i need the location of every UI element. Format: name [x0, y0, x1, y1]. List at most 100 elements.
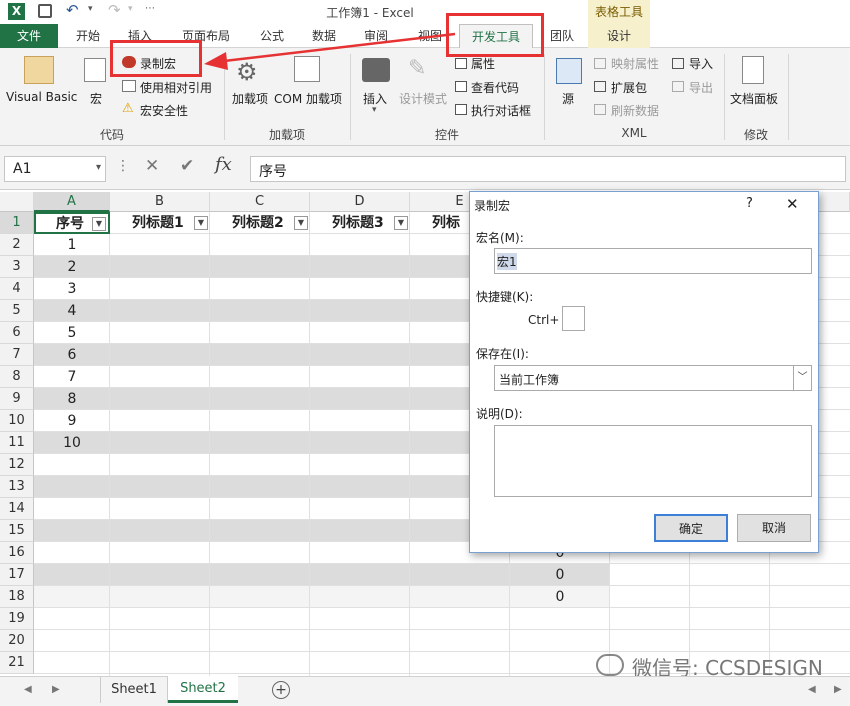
column-header-a[interactable]: A [34, 192, 110, 212]
description-textarea[interactable] [494, 425, 812, 497]
cancel-button[interactable]: 取消 [737, 514, 811, 542]
cell-a-value[interactable]: 1 [34, 234, 110, 256]
save-icon[interactable] [38, 4, 52, 18]
table-header-cell[interactable]: 列标题3 ▼ [310, 212, 410, 234]
add-sheet-icon[interactable]: + [272, 681, 290, 699]
formula-value: 序号 [259, 164, 287, 180]
column-header-d[interactable]: D [310, 192, 410, 212]
visual-basic-icon [24, 56, 54, 84]
row-header[interactable]: 10 [0, 410, 34, 432]
properties-button[interactable]: 属性 [471, 55, 495, 72]
row-header[interactable]: 4 [0, 278, 34, 300]
tab-file[interactable]: 文件 [0, 24, 58, 48]
group-label-controls: 控件 [434, 128, 459, 142]
table-header-cell[interactable]: 列标题1 ▼ [110, 212, 210, 234]
cell-a-value[interactable]: 9 [34, 410, 110, 432]
macro-name-input[interactable]: 宏1 [494, 248, 812, 274]
tab-team[interactable]: 团队 [542, 24, 582, 48]
filter-dropdown-icon[interactable]: ▼ [92, 217, 106, 231]
sheet-tab-sheet1[interactable]: Sheet1 [100, 677, 168, 703]
cell-a-value[interactable]: 10 [34, 432, 110, 454]
expansion-packs-button[interactable]: 扩展包 [611, 79, 647, 96]
row-header[interactable]: 1 [0, 212, 34, 234]
shortcut-key-input[interactable] [562, 306, 585, 331]
row-header[interactable]: 8 [0, 366, 34, 388]
close-icon[interactable]: ✕ [786, 195, 799, 213]
redo-icon[interactable]: ↷ [108, 1, 121, 19]
row-header[interactable]: 18 [0, 586, 34, 608]
addins-button[interactable]: 加载项 [232, 90, 268, 107]
table-header-cell[interactable]: 序号 ▼ [34, 212, 110, 234]
macro-name-value: 宏1 [497, 253, 517, 270]
relative-reference-icon [122, 80, 136, 92]
import-button[interactable]: 导入 [689, 55, 713, 72]
row-header[interactable]: 5 [0, 300, 34, 322]
ok-button[interactable]: 确定 [654, 514, 728, 542]
visual-basic-button[interactable]: Visual Basic [6, 90, 77, 104]
undo-icon[interactable]: ↶ [66, 1, 79, 19]
filter-dropdown-icon[interactable]: ▼ [294, 216, 308, 230]
cell-a-value[interactable]: 7 [34, 366, 110, 388]
watermark: 微信号: CCSDESIGN [632, 656, 823, 676]
hscroll-left-icon[interactable]: ◀ [808, 684, 816, 695]
row-header[interactable]: 3 [0, 256, 34, 278]
row-header[interactable]: 13 [0, 476, 34, 498]
description-label: 说明(D): [476, 407, 523, 421]
undo-dropdown-icon[interactable]: ▾ [88, 4, 93, 14]
name-box[interactable]: A1 ▾ [4, 156, 106, 182]
sheet-tab-sheet2[interactable]: Sheet2 [168, 676, 238, 703]
cell-a-value[interactable]: 4 [34, 300, 110, 322]
hscroll-right-icon[interactable]: ▶ [834, 684, 842, 695]
insert-function-icon[interactable]: fx [215, 154, 232, 175]
row-header[interactable]: 9 [0, 388, 34, 410]
row-header[interactable]: 6 [0, 322, 34, 344]
cell-a-value[interactable]: 6 [34, 344, 110, 366]
row-header[interactable]: 19 [0, 608, 34, 630]
store-in-select[interactable]: 当前工作簿 ﹀ [494, 365, 812, 391]
com-addins-button[interactable]: COM 加载项 [274, 90, 342, 107]
cell-a-value[interactable]: 8 [34, 388, 110, 410]
cell-a-value[interactable]: 2 [34, 256, 110, 278]
macros-button[interactable]: 宏 [90, 90, 102, 107]
redo-dropdown-icon[interactable]: ▾ [128, 4, 133, 14]
chevron-down-icon[interactable]: ﹀ [793, 366, 811, 390]
view-code-button[interactable]: 查看代码 [471, 79, 519, 96]
customize-qat-icon[interactable]: ⋯ [145, 3, 155, 14]
row-header[interactable]: 15 [0, 520, 34, 542]
filter-dropdown-icon[interactable]: ▼ [394, 216, 408, 230]
select-all-corner[interactable] [0, 192, 34, 212]
relative-reference-button[interactable]: 使用相对引用 [140, 79, 212, 96]
formula-enter-icon[interactable]: ✔ [180, 156, 194, 176]
name-box-dropdown-icon[interactable]: ▾ [96, 162, 101, 173]
scroll-right-icon[interactable]: ▶ [52, 684, 60, 695]
header-text: 序号 [56, 216, 84, 232]
xml-source-button[interactable]: 源 [562, 90, 574, 107]
row-header[interactable]: 11 [0, 432, 34, 454]
row-header[interactable]: 17 [0, 564, 34, 586]
cell-a-value[interactable]: 5 [34, 322, 110, 344]
column-header-b[interactable]: B [110, 192, 210, 212]
cell-f-value[interactable]: 0 [510, 564, 610, 586]
cell-a-value[interactable]: 3 [34, 278, 110, 300]
filter-dropdown-icon[interactable]: ▼ [194, 216, 208, 230]
row-header[interactable]: 2 [0, 234, 34, 256]
tab-design[interactable]: 设计 [588, 24, 650, 48]
row-header[interactable]: 21 [0, 652, 34, 674]
column-header-c[interactable]: C [210, 192, 310, 212]
help-button[interactable]: ? [746, 196, 753, 211]
macro-security-button[interactable]: 宏安全性 [140, 102, 188, 119]
table-header-cell[interactable]: 列标题2 ▼ [210, 212, 310, 234]
cell-f-value[interactable]: 0 [510, 586, 610, 608]
row-header[interactable]: 12 [0, 454, 34, 476]
scroll-left-icon[interactable]: ◀ [24, 684, 32, 695]
row-header[interactable]: 7 [0, 344, 34, 366]
formula-input[interactable]: 序号 [250, 156, 846, 182]
row-header[interactable]: 16 [0, 542, 34, 564]
run-dialog-button[interactable]: 执行对话框 [471, 102, 531, 119]
row-header[interactable]: 20 [0, 630, 34, 652]
insert-dropdown-icon[interactable]: ▾ [372, 105, 377, 115]
row-header[interactable]: 14 [0, 498, 34, 520]
formula-cancel-icon[interactable]: ✕ [145, 156, 159, 176]
tab-home[interactable]: 开始 [66, 24, 110, 48]
document-panel-button[interactable]: 文档面板 [730, 90, 778, 107]
